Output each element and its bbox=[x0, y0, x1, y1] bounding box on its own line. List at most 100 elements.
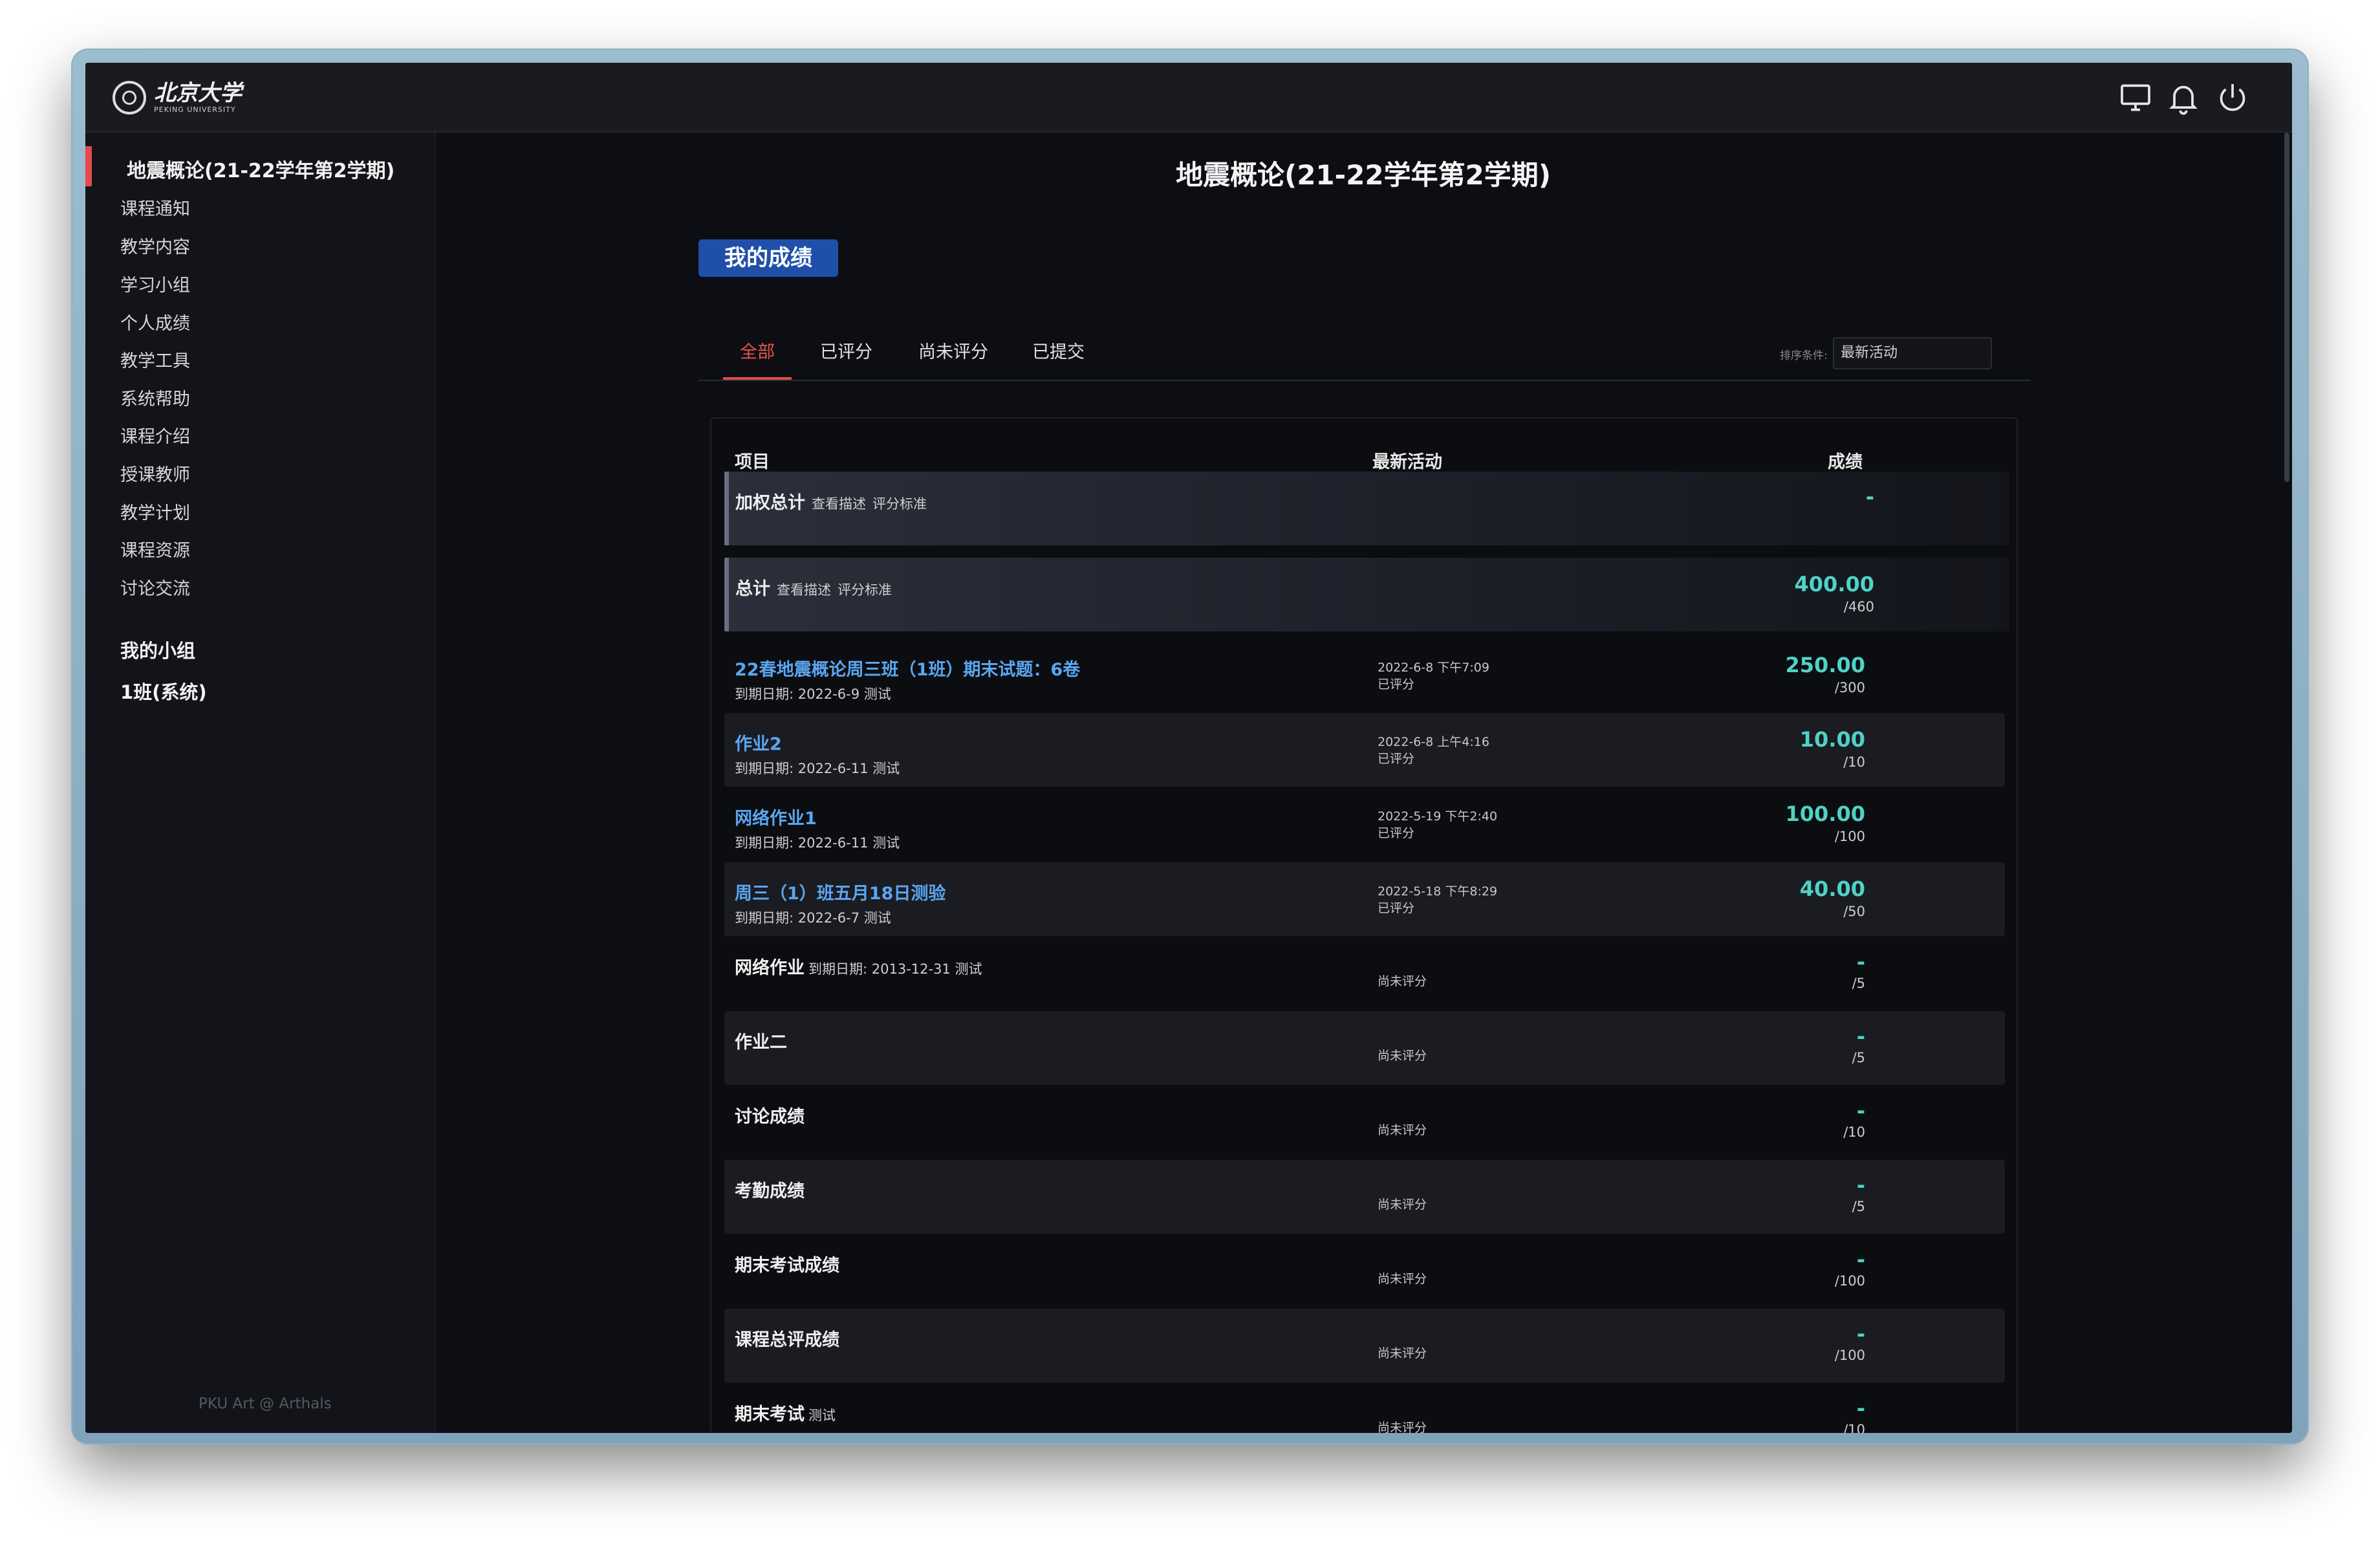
monitor-icon[interactable] bbox=[2117, 80, 2154, 116]
item-link[interactable]: 作业2 bbox=[735, 730, 782, 755]
sidebar-item-grades[interactable]: 个人成绩 bbox=[120, 309, 190, 334]
grade-row: 讨论成绩 尚未评分 - /10 bbox=[724, 1086, 2005, 1159]
activity-status: 尚未评分 bbox=[1378, 1272, 1427, 1286]
sidebar-item-intro[interactable]: 课程介绍 bbox=[120, 422, 190, 448]
view-description-link[interactable]: 查看描述 bbox=[777, 582, 831, 598]
item-title[interactable]: 期末考试成绩 bbox=[735, 1251, 839, 1276]
grade-row: 周三（1）班五月18日测验 到期日期: 2022-6-7 测试 2022-5-1… bbox=[724, 862, 2005, 936]
activity-time: 2022-6-8 下午7:09 bbox=[1378, 661, 1489, 675]
activity-time: 2022-5-19 下午2:40 bbox=[1378, 809, 1498, 824]
item-max: /100 bbox=[1834, 829, 1865, 844]
sidebar-item-study-groups[interactable]: 学习小组 bbox=[120, 271, 190, 296]
sidebar-item-notices[interactable]: 课程通知 bbox=[120, 195, 190, 220]
summary-title: 总计 bbox=[735, 579, 770, 599]
item-title[interactable]: 考勤成绩 bbox=[735, 1177, 805, 1202]
activity-status: 已评分 bbox=[1378, 826, 1415, 840]
activity-time: 2022-5-18 下午8:29 bbox=[1378, 884, 1498, 899]
summary-score: - bbox=[1865, 485, 1874, 509]
item-score: - bbox=[1856, 1173, 1865, 1197]
pku-logo[interactable]: 北京大学 PEKING UNIVERSITY bbox=[113, 81, 242, 115]
view-description-link[interactable]: 查看描述 bbox=[812, 496, 866, 512]
grade-row: 网络作业 到期日期: 2013-12-31 测试 尚未评分 - /5 bbox=[724, 937, 2005, 1011]
summary-title: 加权总计 bbox=[735, 493, 805, 513]
activity-status: 尚未评分 bbox=[1378, 1346, 1427, 1361]
item-due: 到期日期: 2022-6-11 测试 bbox=[735, 835, 900, 851]
summary-row: 加权总计 查看描述 评分标准 - bbox=[724, 472, 2009, 545]
item-score: - bbox=[1856, 950, 1865, 974]
item-score: - bbox=[1856, 1322, 1865, 1346]
item-title[interactable]: 网络作业 bbox=[735, 958, 805, 978]
sidebar-item-discussion[interactable]: 讨论交流 bbox=[120, 574, 190, 600]
tab-all[interactable]: 全部 bbox=[740, 338, 775, 363]
power-icon[interactable] bbox=[2214, 80, 2251, 116]
header-item: 项目 bbox=[735, 452, 770, 472]
bell-icon[interactable] bbox=[2165, 80, 2202, 116]
summary-max: /460 bbox=[1843, 599, 1874, 615]
item-score: - bbox=[1856, 1247, 1865, 1272]
vertical-scrollbar[interactable] bbox=[2284, 133, 2289, 482]
logo-name-en: PEKING UNIVERSITY bbox=[154, 105, 236, 114]
item-max: /100 bbox=[1834, 1348, 1865, 1363]
item-max: /5 bbox=[1852, 976, 1865, 991]
item-score: 250.00 bbox=[1785, 653, 1865, 677]
grade-row: 考勤成绩 尚未评分 - /5 bbox=[724, 1160, 2005, 1234]
item-score: 100.00 bbox=[1785, 802, 1865, 826]
activity-time: 2022-6-8 上午4:16 bbox=[1378, 735, 1489, 749]
item-due: 到期日期: 2013-12-31 测试 bbox=[808, 961, 982, 977]
summary-row: 总计 查看描述 评分标准 400.00 /460 bbox=[724, 558, 2009, 631]
item-score: 40.00 bbox=[1799, 877, 1865, 901]
activity-status: 尚未评分 bbox=[1378, 1197, 1427, 1212]
section-badge: 我的成绩 bbox=[698, 239, 838, 277]
sidebar-item-plan[interactable]: 教学计划 bbox=[120, 499, 190, 524]
grades-table: 项目 最新活动 成绩 加权总计 查看描述 评分标准 - 总计 查看描述 评分标准 400… bbox=[710, 417, 2018, 1433]
logo-name-cn: 北京大学 bbox=[154, 80, 242, 106]
item-title[interactable]: 讨论成绩 bbox=[735, 1102, 805, 1128]
page-title: 地震概论(21-22学年第2学期) bbox=[1176, 159, 1551, 191]
item-due: 到期日期: 2022-6-9 测试 bbox=[735, 686, 891, 702]
sidebar-item-tools[interactable]: 教学工具 bbox=[120, 347, 190, 372]
grade-row: 作业2 到期日期: 2022-6-11 测试 2022-6-8 上午4:16 已… bbox=[724, 713, 2005, 787]
tab-graded[interactable]: 已评分 bbox=[820, 338, 872, 363]
item-max: /5 bbox=[1852, 1199, 1865, 1214]
grade-row: 期末考试成绩 尚未评分 - /100 bbox=[724, 1234, 2005, 1308]
browser-window: 北京大学 PEKING UNIVERSITY 地震概论(21-22学年第2学期)… bbox=[85, 63, 2292, 1433]
item-title[interactable]: 期末考试 bbox=[735, 1404, 805, 1425]
grading-criteria-link[interactable]: 评分标准 bbox=[872, 496, 927, 512]
sidebar-item-content[interactable]: 教学内容 bbox=[120, 233, 190, 258]
item-max: /300 bbox=[1834, 680, 1865, 695]
sidebar: 地震概论(21-22学年第2学期) 课程通知 教学内容 学习小组 个人成绩 教学… bbox=[85, 133, 436, 1433]
item-link[interactable]: 网络作业1 bbox=[735, 804, 817, 829]
activity-status: 尚未评分 bbox=[1378, 1123, 1427, 1137]
activity-status: 已评分 bbox=[1378, 677, 1415, 692]
sidebar-footer: PKU Art @ Arthals bbox=[199, 1395, 332, 1412]
header-score: 成绩 bbox=[1828, 452, 1863, 472]
sort-label: 排序条件: bbox=[1780, 349, 1828, 362]
item-title[interactable]: 作业二 bbox=[735, 1028, 787, 1053]
sidebar-item-resources[interactable]: 课程资源 bbox=[120, 536, 190, 562]
tab-ungraded[interactable]: 尚未评分 bbox=[918, 338, 988, 363]
grade-row: 作业二 尚未评分 - /5 bbox=[724, 1011, 2005, 1085]
item-max: /10 bbox=[1843, 754, 1865, 770]
sort-select[interactable]: 最新活动 bbox=[1833, 337, 1992, 369]
item-max: /10 bbox=[1843, 1422, 1865, 1433]
item-link[interactable]: 周三（1）班五月18日测验 bbox=[735, 879, 946, 904]
item-score: - bbox=[1856, 1098, 1865, 1123]
item-score: - bbox=[1856, 1396, 1865, 1421]
item-max: /50 bbox=[1843, 904, 1865, 919]
sidebar-groups-title: 我的小组 bbox=[120, 640, 196, 662]
item-due: 到期日期: 2022-6-7 测试 bbox=[735, 910, 891, 926]
tab-submitted[interactable]: 已提交 bbox=[1032, 338, 1085, 363]
sidebar-group-item[interactable]: 1班(系统) bbox=[120, 677, 207, 705]
activity-status: 已评分 bbox=[1378, 752, 1415, 766]
item-link[interactable]: 22春地震概论周三班（1班）期末试题：6卷 bbox=[735, 655, 1080, 681]
grading-criteria-link[interactable]: 评分标准 bbox=[838, 582, 892, 598]
sidebar-item-teachers[interactable]: 授课教师 bbox=[120, 461, 190, 486]
grade-row: 期末考试 测试 尚未评分 - /10 bbox=[724, 1383, 2005, 1433]
tabs-divider bbox=[698, 380, 2031, 381]
item-score: - bbox=[1856, 1024, 1865, 1049]
sidebar-item-help[interactable]: 系统帮助 bbox=[120, 385, 190, 410]
activity-status: 尚未评分 bbox=[1378, 1421, 1427, 1433]
item-title[interactable]: 课程总评成绩 bbox=[735, 1326, 839, 1351]
activity-status: 已评分 bbox=[1378, 901, 1415, 915]
item-due: 到期日期: 2022-6-11 测试 bbox=[735, 761, 900, 776]
